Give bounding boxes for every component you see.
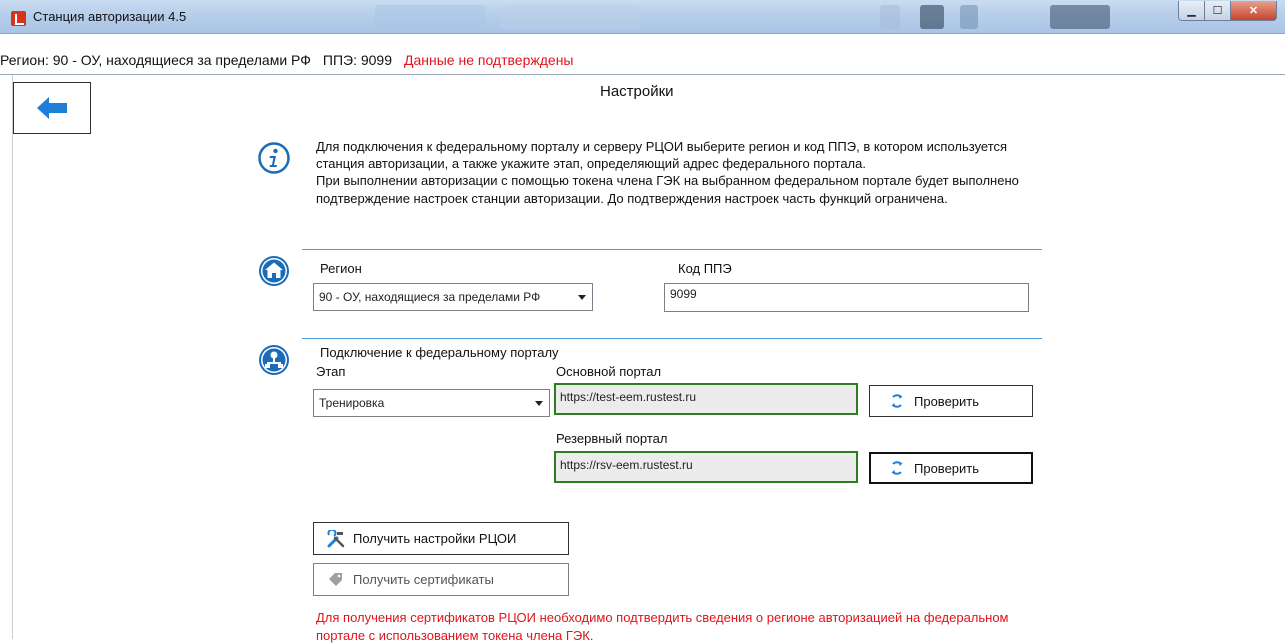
- window-title: Станция авторизации 4.5: [33, 9, 187, 24]
- back-button[interactable]: [13, 82, 91, 134]
- status-line: Регион: 90 - ОУ, находящиеся за пределам…: [0, 52, 585, 74]
- section-divider: [302, 338, 1042, 339]
- titlebar-decoration: [880, 5, 900, 29]
- network-icon: [258, 344, 290, 376]
- status-warning: Данные не подтверждены: [404, 52, 574, 68]
- reserve-portal-input[interactable]: https://rsv-eem.rustest.ru: [554, 451, 858, 483]
- status-divider: [0, 74, 1285, 75]
- window-controls: ▁ ☐ ✕: [1178, 1, 1277, 21]
- page-title: Настройки: [600, 83, 674, 100]
- titlebar-decoration: [960, 5, 978, 29]
- titlebar-decoration: [500, 5, 640, 29]
- status-ppe: ППЭ: 9099: [322, 52, 392, 68]
- main-portal-input[interactable]: https://test-eem.rustest.ru: [554, 383, 858, 415]
- arrow-left-icon: [37, 97, 67, 119]
- info-text: Для подключения к федеральному порталу и…: [316, 138, 1056, 207]
- info-paragraph: Для подключения к федеральному порталу и…: [316, 139, 1008, 172]
- minimize-button[interactable]: ▁: [1178, 1, 1205, 21]
- portal-heading: Подключение к федеральному порталу: [320, 345, 559, 360]
- chevron-down-icon: [578, 295, 586, 300]
- info-icon: [258, 142, 290, 174]
- left-divider: [12, 75, 13, 639]
- status-region: Регион: 90 - ОУ, находящиеся за пределам…: [0, 52, 311, 68]
- titlebar-decoration: [920, 5, 944, 29]
- refresh-icon: [888, 459, 906, 477]
- info-paragraph: При выполнении авторизации с помощью ток…: [316, 173, 1019, 206]
- home-icon: [258, 255, 290, 287]
- get-certificates-label: Получить сертификаты: [353, 572, 494, 587]
- ppe-input[interactable]: 9099: [664, 283, 1029, 312]
- check-reserve-portal-label: Проверить: [914, 460, 980, 476]
- stage-select[interactable]: Тренировка: [313, 389, 550, 417]
- check-main-portal-label: Проверить: [914, 393, 980, 409]
- reserve-portal-label: Резервный портал: [556, 431, 668, 446]
- section-divider: [302, 249, 1042, 250]
- check-reserve-portal-button[interactable]: Проверить: [869, 452, 1033, 484]
- region-select[interactable]: 90 - ОУ, находящиеся за пределами РФ: [313, 283, 593, 311]
- chevron-down-icon: [535, 401, 543, 406]
- get-rcoi-settings-label: Получить настройки РЦОИ: [353, 531, 517, 546]
- get-rcoi-settings-button[interactable]: Получить настройки РЦОИ: [313, 522, 569, 555]
- main-portal-label: Основной портал: [556, 364, 662, 379]
- close-button[interactable]: ✕: [1231, 1, 1277, 21]
- check-main-portal-button[interactable]: Проверить: [869, 385, 1033, 417]
- maximize-button[interactable]: ☐: [1205, 1, 1231, 21]
- stage-label: Этап: [316, 364, 346, 379]
- refresh-icon: [888, 392, 906, 410]
- app-icon: [11, 11, 26, 26]
- tools-icon: [327, 529, 345, 548]
- tag-icon: [327, 571, 345, 589]
- stage-select-value: Тренировка: [319, 396, 385, 410]
- region-select-value: 90 - ОУ, находящиеся за пределами РФ: [319, 290, 541, 304]
- region-label: Регион: [320, 261, 362, 276]
- get-certificates-button[interactable]: Получить сертификаты: [313, 563, 569, 596]
- titlebar-decoration: [375, 5, 485, 29]
- window-titlebar: Станция авторизации 4.5 ▁ ☐ ✕: [0, 0, 1285, 34]
- titlebar-decoration: [1050, 5, 1110, 29]
- ppe-label: Код ППЭ: [678, 261, 732, 276]
